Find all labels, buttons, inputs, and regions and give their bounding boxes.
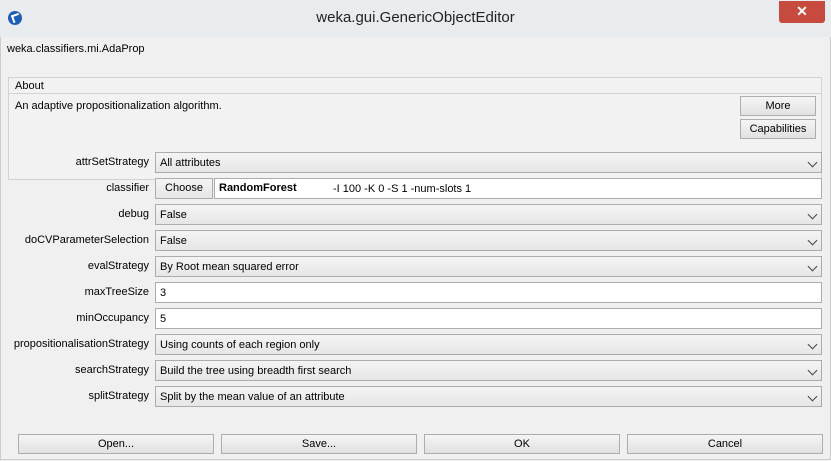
ok-button[interactable]: OK <box>424 434 620 454</box>
splitStrategy-select[interactable]: Split by the mean value of an attribute <box>155 386 822 407</box>
chevron-down-icon <box>807 339 818 350</box>
chevron-down-icon <box>807 235 818 246</box>
minOccupancy-input[interactable]: 5 <box>155 308 822 329</box>
save-button[interactable]: Save... <box>221 434 417 454</box>
prop-label: splitStrategy <box>88 390 149 402</box>
attrSetStrategy-select[interactable]: All attributes <box>155 152 822 173</box>
chevron-down-icon <box>807 157 818 168</box>
select-value: Split by the mean value of an attribute <box>160 391 345 403</box>
classifier-field[interactable]: RandomForest -I 100 -K 0 -S 1 -num-slots… <box>214 178 822 199</box>
prop-row-searchStrategy: searchStrategy Build the tree using brea… <box>1 358 830 384</box>
evalStrategy-select[interactable]: By Root mean squared error <box>155 256 822 277</box>
select-value: By Root mean squared error <box>160 261 299 273</box>
prop-label: minOccupancy <box>76 312 149 324</box>
select-value: False <box>160 235 187 247</box>
chevron-down-icon <box>807 209 818 220</box>
open-button[interactable]: Open... <box>18 434 214 454</box>
class-name-label: weka.classifiers.mi.AdaProp <box>7 43 145 55</box>
prop-label: classifier <box>106 182 149 194</box>
prop-row-maxTreeSize: maxTreeSize 3 <box>1 280 830 306</box>
classifier-name: RandomForest <box>219 182 297 194</box>
propositionalisationStrategy-select[interactable]: Using counts of each region only <box>155 334 822 355</box>
cancel-button[interactable]: Cancel <box>627 434 823 454</box>
chevron-down-icon <box>807 365 818 376</box>
prop-row-doCVParameterSelection: doCVParameterSelection False <box>1 228 830 254</box>
select-value: Build the tree using breadth first searc… <box>160 365 352 377</box>
about-description: An adaptive propositionalization algorit… <box>15 100 222 112</box>
prop-row-evalStrategy: evalStrategy By Root mean squared error <box>1 254 830 280</box>
choose-button[interactable]: Choose <box>155 178 213 199</box>
prop-label: attrSetStrategy <box>75 156 149 168</box>
select-value: All attributes <box>160 157 221 169</box>
close-button[interactable]: ✕ <box>779 1 825 23</box>
prop-label: evalStrategy <box>87 260 149 272</box>
prop-row-attrSetStrategy: attrSetStrategy All attributes <box>1 150 830 176</box>
prop-row-debug: debug False <box>1 202 830 228</box>
prop-label: debug <box>118 208 149 220</box>
about-divider <box>9 93 821 94</box>
prop-label: doCVParameterSelection <box>24 234 149 246</box>
prop-label: propositionalisationStrategy <box>13 338 149 350</box>
prop-row-propositionalisationStrategy: propositionalisationStrategy Using count… <box>1 332 830 358</box>
about-title: About <box>15 80 44 92</box>
input-value: 3 <box>160 287 167 299</box>
searchStrategy-select[interactable]: Build the tree using breadth first searc… <box>155 360 822 381</box>
select-value: False <box>160 209 187 221</box>
chevron-down-icon <box>807 391 818 402</box>
select-value: Using counts of each region only <box>160 339 320 351</box>
window-title: weka.gui.GenericObjectEditor <box>316 9 515 26</box>
prop-row-splitStrategy: splitStrategy Split by the mean value of… <box>1 384 830 410</box>
title-bar: weka.gui.GenericObjectEditor ✕ <box>0 0 831 38</box>
doCVParameterSelection-select[interactable]: False <box>155 230 822 251</box>
prop-label: maxTreeSize <box>84 286 149 298</box>
more-button[interactable]: More <box>740 96 816 116</box>
prop-row-minOccupancy: minOccupancy 5 <box>1 306 830 332</box>
input-value: 5 <box>160 313 167 325</box>
prop-label: searchStrategy <box>75 364 149 376</box>
chevron-down-icon <box>807 261 818 272</box>
maxTreeSize-input[interactable]: 3 <box>155 282 822 303</box>
prop-row-classifier: classifier Choose RandomForest -I 100 -K… <box>1 176 830 202</box>
capabilities-button[interactable]: Capabilities <box>740 119 816 139</box>
classifier-options: -I 100 -K 0 -S 1 -num-slots 1 <box>333 183 472 195</box>
debug-select[interactable]: False <box>155 204 822 225</box>
editor-panel: weka.classifiers.mi.AdaProp About An ada… <box>0 37 831 460</box>
